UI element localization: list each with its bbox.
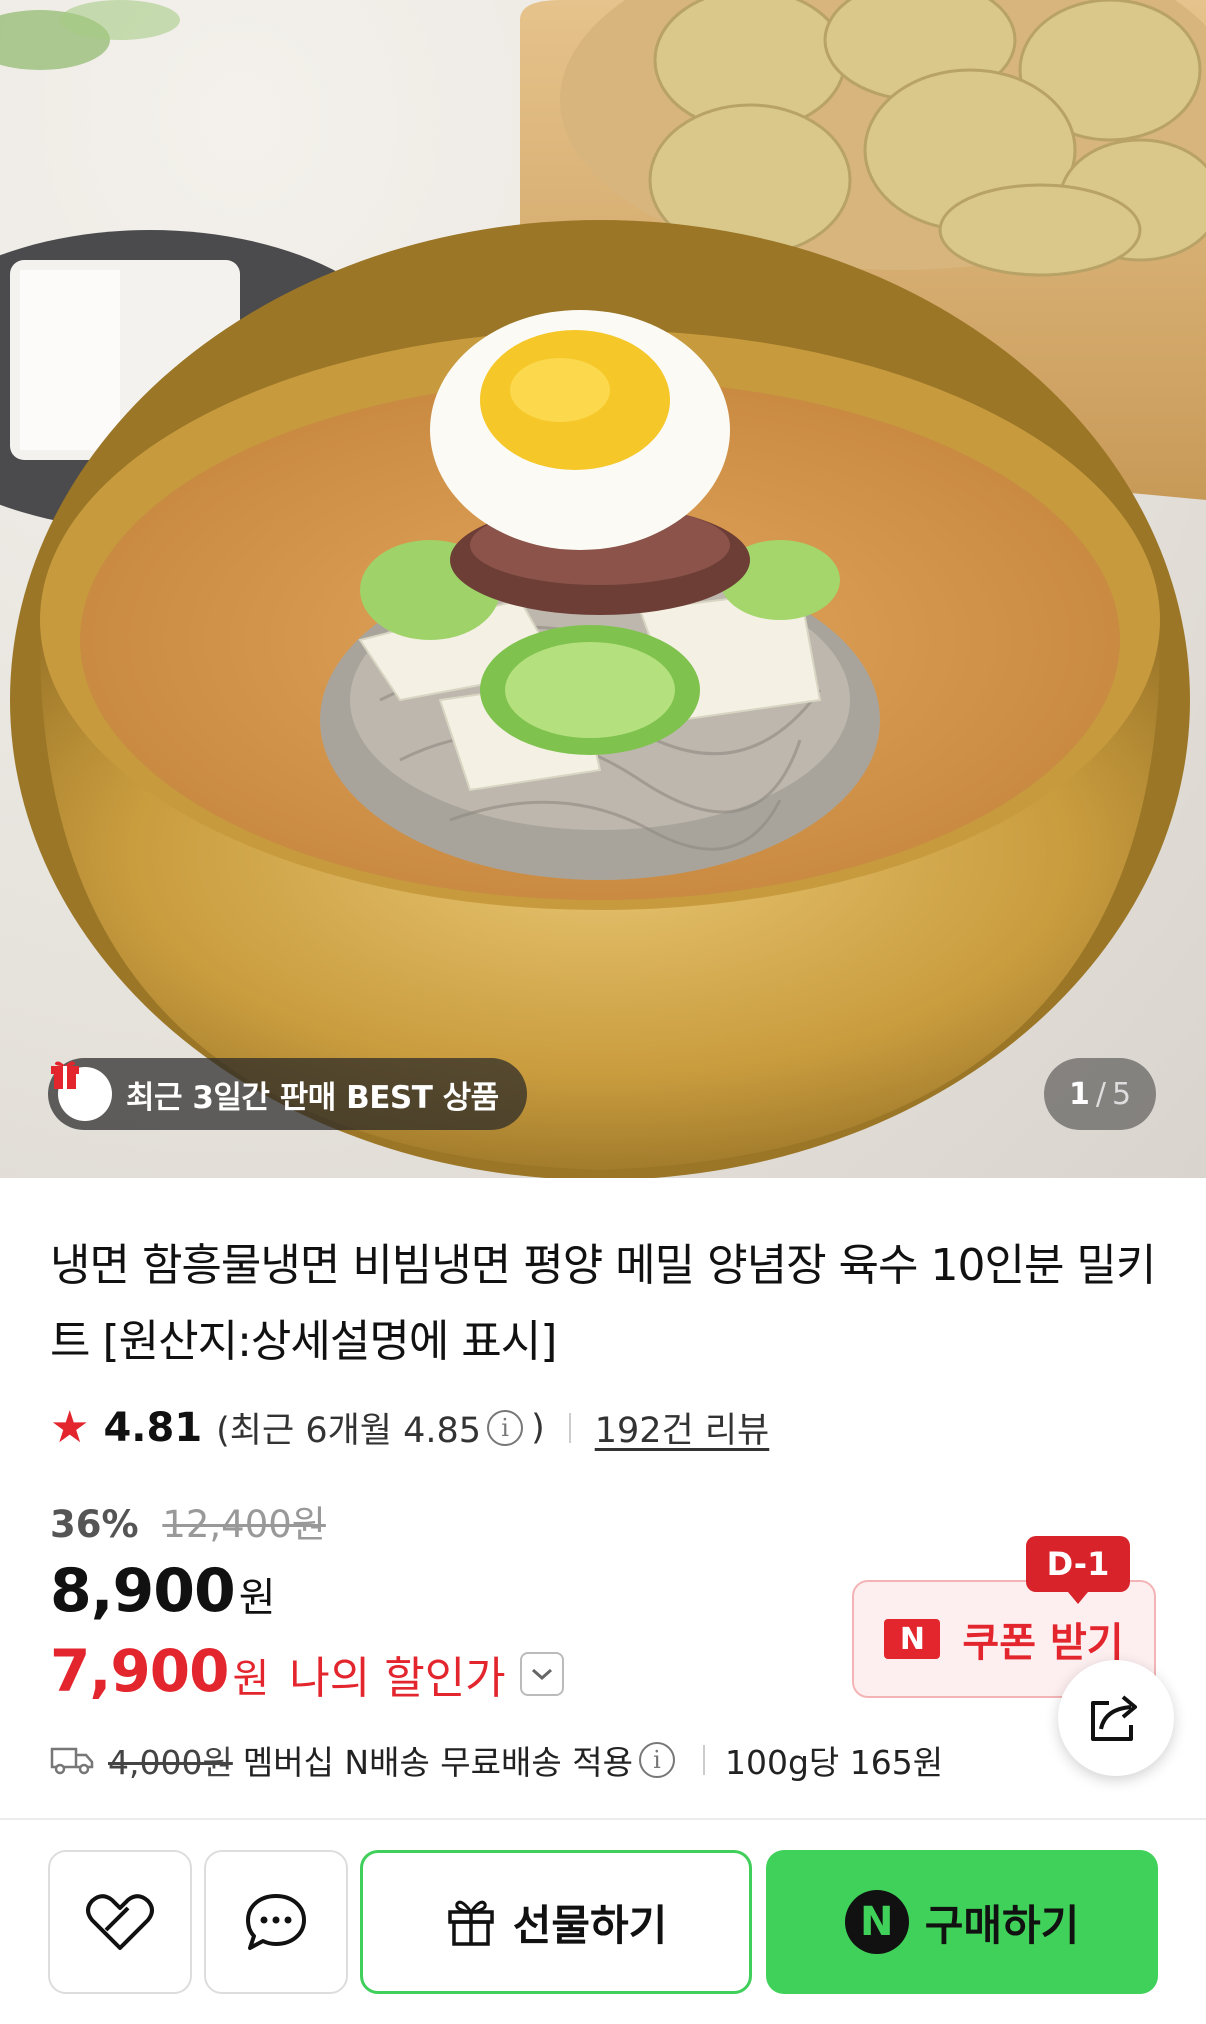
pager-separator: /: [1095, 1076, 1106, 1112]
sale-price-value: 8,900: [50, 1556, 236, 1626]
delivery-row: 4,000원 멤버십 N배송 무료배송 적용 i 100g당 165원: [50, 1736, 943, 1784]
pager-total: 5: [1111, 1076, 1132, 1112]
divider: [702, 1745, 705, 1775]
my-discount-price[interactable]: 7,900 원 나의 할인가: [50, 1636, 564, 1706]
unit-price: 100g당 165원: [724, 1743, 944, 1782]
review-count-link[interactable]: 192건 리뷰: [595, 1402, 770, 1453]
shipping-text: 멤버십 N배송 무료배송 적용: [242, 1743, 633, 1782]
my-price-label: 나의 할인가: [289, 1653, 506, 1704]
naver-pay-icon: N: [844, 1890, 909, 1954]
gift-label: 선물하기: [512, 1900, 668, 1950]
heart-icon: [86, 1894, 154, 1950]
wishlist-button[interactable]: [48, 1850, 192, 1994]
image-pager: 1 / 5: [1044, 1058, 1156, 1130]
buy-label: 구매하기: [924, 1900, 1080, 1950]
recent-rating-close: ): [531, 1407, 545, 1448]
truck-icon: [50, 1747, 94, 1775]
sale-price-unit: 원: [238, 1575, 276, 1621]
my-price-unit: 원: [232, 1656, 270, 1702]
sale-price: 8,900 원: [50, 1556, 276, 1626]
share-icon: [1091, 1695, 1137, 1741]
discount-row: 36% 12,400원: [50, 1494, 326, 1548]
best-seller-badge: 최근 3일간 판매 BEST 상품: [48, 1058, 527, 1130]
gift-icon: [447, 1900, 494, 1946]
gift-button[interactable]: 선물하기: [360, 1850, 752, 1994]
divider: [568, 1412, 571, 1443]
recent-rating: (최근 6개월 4.85: [216, 1411, 482, 1451]
product-photo: [0, 0, 1206, 1178]
original-price: 12,400원: [162, 1503, 326, 1546]
product-title: 냉면 함흥물냉면 비빔냉면 평양 메밀 양념장 육수 10인분 밀키트 [원산지…: [50, 1240, 1156, 1367]
naver-n-icon: N: [884, 1619, 941, 1659]
talk-button[interactable]: [204, 1850, 348, 1994]
chat-bubble-icon: [246, 1894, 306, 1950]
coupon-label: 쿠폰 받기: [962, 1620, 1124, 1666]
rating-row: ★ 4.81 (최근 6개월 4.85 i ) 192건 리뷰: [50, 1402, 769, 1453]
original-shipping-fee: 4,000원: [108, 1743, 233, 1782]
my-price-value: 7,900: [50, 1637, 229, 1705]
buy-button[interactable]: N 구매하기: [766, 1850, 1158, 1994]
info-icon[interactable]: i: [487, 1409, 524, 1446]
chevron-down-icon[interactable]: [519, 1652, 564, 1696]
badge-text: 최근 3일간 판매 BEST 상품: [126, 1079, 499, 1116]
gift-box-icon: [51, 1061, 112, 1121]
star-icon: ★: [50, 1402, 90, 1453]
dday-badge: D-1: [1026, 1536, 1130, 1604]
product-image-carousel[interactable]: 최근 3일간 판매 BEST 상품 1 / 5: [0, 0, 1206, 1178]
pager-current: 1: [1068, 1076, 1090, 1112]
share-button[interactable]: [1058, 1660, 1174, 1776]
bottom-bar-divider: [0, 1818, 1206, 1820]
rating-score: 4.81: [103, 1404, 203, 1451]
discount-percent: 36%: [50, 1503, 139, 1546]
info-icon[interactable]: i: [638, 1742, 675, 1778]
